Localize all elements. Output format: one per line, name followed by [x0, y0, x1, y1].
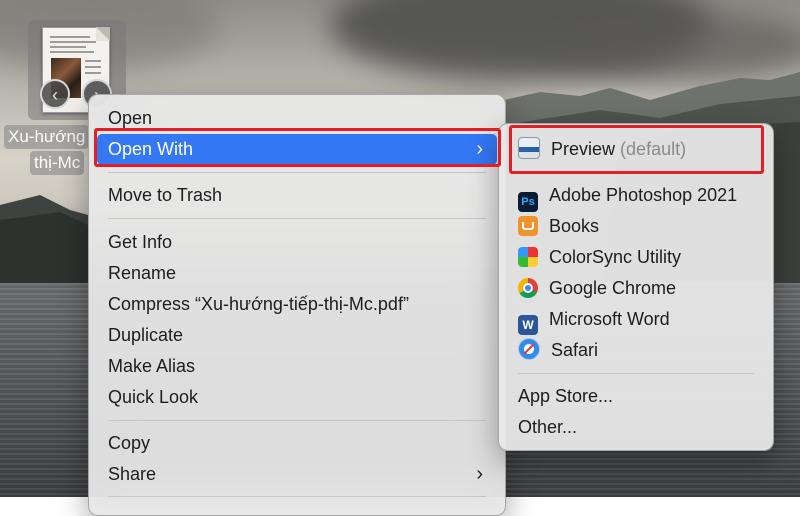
menu-item-make-alias[interactable]: Make Alias [97, 351, 497, 382]
menu-separator [108, 420, 486, 421]
colorsync-icon [518, 247, 538, 267]
safari-icon [518, 338, 540, 360]
submenu-item-colorsync[interactable]: ColorSync Utility [507, 242, 765, 273]
photoshop-icon: Ps [518, 192, 538, 212]
menu-item-rename[interactable]: Rename [97, 258, 497, 289]
text-line [50, 36, 90, 38]
submenu-item-word[interactable]: W Microsoft Word [507, 304, 765, 335]
submenu-item-app-store[interactable]: App Store... [507, 381, 765, 412]
menu-item-get-info[interactable]: Get Info [97, 227, 497, 258]
app-name: Adobe Photoshop 2021 [549, 185, 738, 205]
preview-highlight [509, 125, 764, 174]
chrome-icon [518, 278, 538, 298]
menu-item-label: Share [108, 464, 157, 484]
submenu-item-books[interactable]: Books [507, 211, 765, 242]
submenu-separator [518, 373, 754, 374]
page-fold [96, 27, 110, 41]
word-icon: W [518, 315, 538, 335]
submenu-item-chrome[interactable]: Google Chrome [507, 273, 765, 304]
books-icon [518, 216, 538, 236]
chevron-right-icon: › [476, 463, 483, 485]
app-name: ColorSync Utility [549, 247, 682, 267]
menu-separator [108, 218, 486, 219]
submenu-item-other[interactable]: Other... [507, 412, 765, 443]
file-name-line-1: Xu-hướng [4, 125, 90, 149]
menu-item-duplicate[interactable]: Duplicate [97, 320, 497, 351]
submenu-item-photoshop[interactable]: Ps Adobe Photoshop 2021 [507, 180, 765, 212]
menu-item-copy[interactable]: Copy [97, 428, 497, 459]
app-name: Microsoft Word [549, 309, 670, 329]
menu-separator [108, 172, 486, 173]
menu-item-compress[interactable]: Compress “Xu-hướng-tiếp-thị-Mc.pdf” [97, 289, 497, 320]
text-line [50, 51, 94, 53]
menu-item-quick-look[interactable]: Quick Look [97, 382, 497, 413]
text-line [50, 46, 86, 48]
app-name: Books [549, 216, 600, 236]
text-line [85, 72, 101, 74]
app-name: Safari [551, 340, 599, 360]
menu-item-move-to-trash[interactable]: Move to Trash [97, 180, 497, 211]
text-line [85, 60, 101, 62]
previous-page-button[interactable]: ‹ [40, 79, 70, 109]
app-name: Google Chrome [549, 278, 677, 298]
menu-item-share[interactable]: Share › [97, 459, 497, 490]
text-line [50, 41, 96, 43]
open-with-highlight [94, 128, 501, 167]
text-line [85, 66, 101, 68]
file-name-line-2: thị-Mc [30, 151, 85, 175]
submenu-item-safari[interactable]: Safari [507, 335, 765, 366]
